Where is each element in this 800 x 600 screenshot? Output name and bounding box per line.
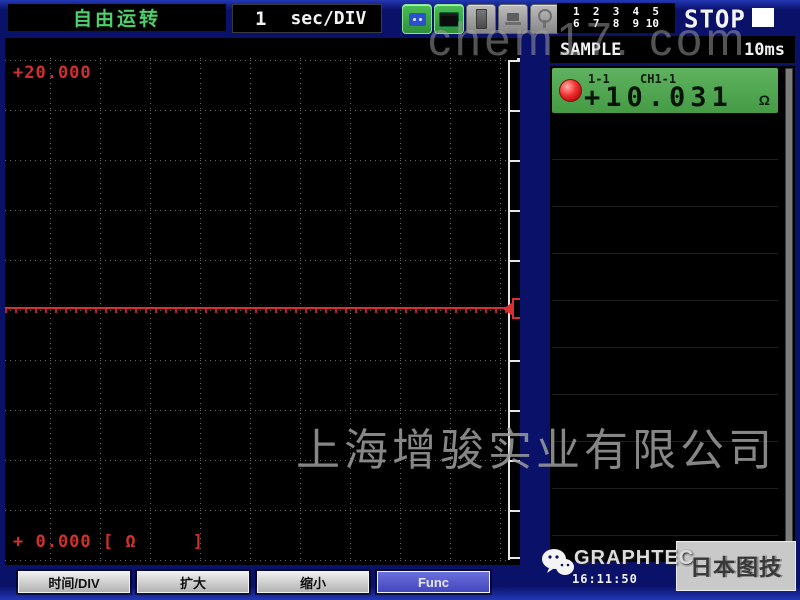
timebase-unit: sec/DIV: [290, 8, 366, 29]
pc-icon[interactable]: [498, 4, 528, 34]
stop-indicator-icon: [752, 8, 774, 27]
zoom-out-button[interactable]: 缩小: [257, 571, 369, 593]
zoom-in-button[interactable]: 扩大: [137, 571, 249, 593]
empty-channel-row: [552, 395, 778, 442]
func-button[interactable]: Func: [377, 571, 490, 593]
instrument-screen: 自由运转 1 sec/DIV 1 2 3 4 5 6 7 8 9 10 STOP…: [0, 0, 800, 600]
timebase-box[interactable]: 1 sec/DIV: [232, 4, 382, 33]
channel-row-ch1-1[interactable]: 1-1 CH1-1 +10.031 Ω: [552, 68, 778, 113]
channel-list-scrollbar[interactable]: [785, 68, 793, 560]
empty-channel-row: [552, 442, 778, 489]
channel-list: 1-1 CH1-1 +10.031 Ω: [550, 66, 795, 562]
graphtec-brand-watermark: GRAPHTEC: [574, 547, 694, 570]
empty-channel-row: [552, 489, 778, 536]
status-label: STOP: [684, 4, 746, 33]
sample-header: SAMPLE 10ms: [550, 36, 795, 63]
wechat-icon: [541, 548, 575, 585]
empty-channel-row: [552, 113, 778, 160]
empty-channel-row: [552, 301, 778, 348]
channel-unit: Ω: [759, 92, 770, 108]
empty-channel-row: [552, 254, 778, 301]
empty-channel-row: [552, 160, 778, 207]
mode-label: 自由运转: [73, 4, 161, 31]
zoom-out-button-label: 缩小: [300, 573, 326, 592]
channel-value: +10.031: [584, 82, 733, 113]
time-div-button-label: 时间/DIV: [48, 573, 99, 592]
time-div-button[interactable]: 时间/DIV: [18, 571, 130, 593]
axis-top-label: 1: [517, 40, 520, 60]
record-led-icon: [559, 79, 582, 102]
usb-device-icon[interactable]: [466, 4, 496, 34]
clock-time: 16:11:50: [572, 572, 638, 586]
channel-indicator: 1 2 3 4 5 6 7 8 9 10: [557, 3, 675, 33]
sample-label: SAMPLE: [560, 40, 621, 60]
status-icon-row: [402, 4, 560, 34]
timebase-value: 1: [255, 8, 266, 30]
memory-card-icon[interactable]: [402, 4, 432, 34]
trace-marker[interactable]: 1: [512, 298, 520, 319]
mode-status-box: 自由运转: [8, 4, 226, 31]
display-icon[interactable]: [434, 4, 464, 34]
upper-scale-value: +20.000: [13, 63, 92, 83]
sample-interval: 10ms: [744, 40, 785, 60]
right-axis-bracket: [508, 60, 520, 62]
empty-channel-rows: [552, 113, 778, 536]
empty-channel-row: [552, 348, 778, 395]
signal-trace-ticks: [5, 309, 508, 313]
zoom-in-button-label: 扩大: [180, 573, 206, 592]
empty-channel-row: [552, 207, 778, 254]
waveform-plot: +20.000 + 0.000 [ Ω ] 1 1: [5, 38, 520, 565]
lower-scale-value: + 0.000 [ Ω ]: [13, 532, 204, 552]
channel-indicator-row-2: 6 7 8 9 10: [573, 18, 659, 30]
key-icon[interactable]: [530, 4, 560, 34]
func-button-label: Func: [418, 575, 449, 590]
